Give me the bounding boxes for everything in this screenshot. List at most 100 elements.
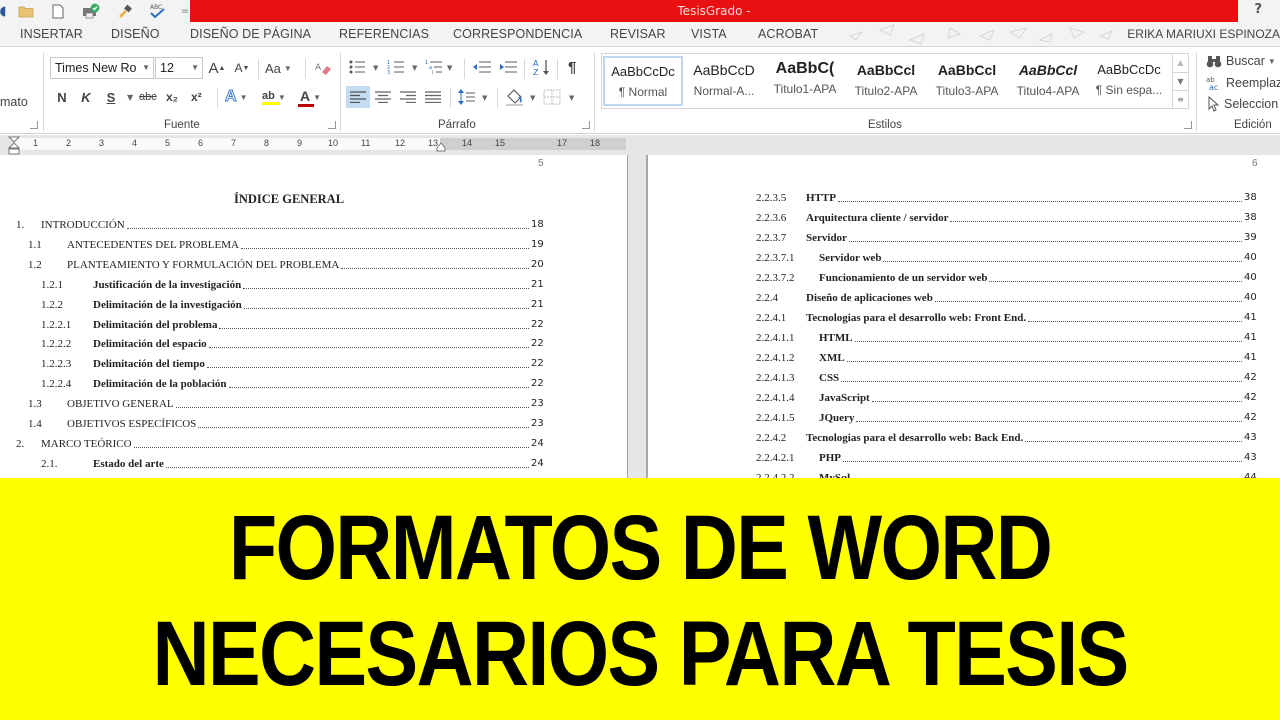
toc-entry[interactable]: 1.2.1 Justificación de la investigación 21 [41,279,551,293]
font-size-select[interactable]: 12 ▼ [155,57,203,79]
toc-entry[interactable]: 2.2.3.7.1 Servidor web 40 [756,252,1264,266]
toc-entry[interactable]: 2.2.4.1.4 JavaScript 42 [756,392,1264,406]
tab-diseno[interactable]: DISEÑO [111,27,160,41]
shading-icon[interactable]: ▼ [505,87,539,107]
paragraph-launcher-icon[interactable] [582,121,590,129]
align-left-button[interactable] [346,86,370,108]
toc-entry[interactable]: 2.2.4.1.2 XML 41 [756,352,1264,366]
clear-formatting-button[interactable]: A [313,59,333,77]
align-center-icon[interactable] [375,91,391,103]
style-titulo3-apa[interactable]: AaBbCcl Titulo3-APA [927,56,1007,106]
font-name-select[interactable]: Times New Ro ▼ [50,57,154,79]
tab-acrobat[interactable]: ACROBAT [758,27,818,41]
toc-entry[interactable]: 2.2.4.1.1 HTML 41 [756,332,1264,346]
toc-entry[interactable]: 2. MARCO TEÓRICO 24 [16,438,551,452]
clipboard-launcher-icon[interactable] [30,121,38,129]
underline-dropdown-icon[interactable]: ▼ [127,93,133,102]
italic-button[interactable]: K [78,88,94,106]
style-titulo1-apa[interactable]: AaBbC( Titulo1-APA [765,56,845,106]
text-effects-button[interactable]: A ▼ [225,87,248,107]
tab-vista[interactable]: VISTA [691,27,727,41]
spelling-check-icon[interactable]: ABC [148,2,166,20]
toc-entry[interactable]: 2.2.3.6 Arquitectura cliente / servidor 38 [756,212,1264,226]
toc-entry[interactable]: 2.2.4.2 Tecnologias para el desarrollo we… [756,432,1264,446]
toc-entry[interactable]: 1.2 PLANTEAMIENTO Y FORMULACIÓN DEL PROBL… [28,259,551,273]
grow-font-button[interactable]: A ▲ [208,59,226,77]
borders-icon[interactable]: ▼ [543,89,579,105]
toc-entry[interactable]: 1.2.2.1 Delimitación del problema 22 [41,319,551,333]
toc-entry[interactable]: 1.4 OBJETIVOS ESPECÍFICOS 23 [28,418,551,432]
bold-button[interactable]: N [54,88,70,106]
new-document-icon[interactable] [49,2,67,20]
toc-entry[interactable]: 2.2.4.1 Tecnologias para el desarrollo we… [756,312,1264,326]
style-name: Titulo2-APA [854,84,918,98]
style-normal-apa[interactable]: AaBbCcD Normal-A... [684,56,764,106]
toc-entry-text: CSS [819,372,840,384]
align-right-icon[interactable] [400,91,416,103]
chevron-down-icon: ▼ [142,63,150,72]
select-button[interactable]: Seleccion [1206,95,1278,113]
subscript-button[interactable]: x₂ [166,88,178,106]
styles-launcher-icon[interactable] [1184,121,1192,129]
strikethrough-button[interactable]: abc [139,88,157,106]
tab-referencias[interactable]: REFERENCIAS [339,27,429,41]
toc-entry[interactable]: 1.2.2.4 Delimitación de la población 22 [41,378,551,392]
justify-icon[interactable] [425,91,441,103]
style-titulo2-apa[interactable]: AaBbCcl Titulo2-APA [846,56,926,106]
tab-revisar[interactable]: REVISAR [610,27,666,41]
toc-entry[interactable]: 2.2.3.5 HTTP 38 [756,192,1264,206]
line-spacing-icon[interactable]: ▼ [457,88,491,106]
first-line-indent-marker[interactable] [8,136,20,155]
underline-button[interactable]: S [103,88,119,106]
find-button[interactable]: Buscar ▼ [1206,52,1276,70]
tab-correspondencia[interactable]: CORRESPONDENCIA [453,27,582,41]
toc-entry[interactable]: 1.2.2 Delimitación de la investigación 21 [41,299,551,313]
document-page[interactable]: 6 2.2.3.5 HTTP 38 2.2.3.6 Arquitectura clien… [646,155,1280,480]
toc-entry[interactable]: 2.2.4.1.3 CSS 42 [756,372,1264,386]
help-icon[interactable]: ? [1254,2,1262,17]
user-account[interactable]: ERIKA MARIUXI ESPINOZA [1127,27,1280,41]
decrease-indent-icon[interactable] [472,60,492,74]
toc-entry[interactable]: 2.2.4.2.1 PHP 43 [756,452,1264,466]
gallery-scroll-down-icon[interactable]: ▼ [1172,72,1188,90]
toc-entry[interactable]: 2.2.4 Diseño de aplicaciones web 40 [756,292,1264,306]
toc-entry[interactable]: 1.3 OBJETIVO GENERAL 23 [28,398,551,412]
toc-entry[interactable]: 1.1 ANTECEDENTES DEL PROBLEMA 19 [28,239,551,253]
style-normal[interactable]: AaBbCcDc ¶ Normal [603,56,683,106]
font-launcher-icon[interactable] [328,121,336,129]
style-sin-espaciado[interactable]: AaBbCcDc ¶ Sin espa... [1089,56,1169,106]
bullets-icon[interactable]: ▼ [348,59,382,75]
sort-icon[interactable]: AZ [532,57,552,77]
change-case-button[interactable]: Aa ▼ [265,59,292,77]
toc-entry[interactable]: 1.2.2.2 Delimitación del espacio 22 [41,338,551,352]
open-folder-icon[interactable] [17,2,35,20]
format-painter-icon[interactable] [116,2,134,20]
format-painter-label[interactable]: mato [0,95,28,109]
gallery-scroll-up-icon[interactable]: ▲ [1172,54,1188,72]
superscript-button[interactable]: x² [191,88,202,106]
tab-diseno-de-pagina[interactable]: DISEÑO DE PÁGINA [190,27,311,41]
toc-title: ÍNDICE GENERAL [233,192,345,206]
toc-entry[interactable]: 1. INTRODUCCIÓN 18 [16,219,551,233]
font-color-button[interactable]: A ▼ [298,87,321,107]
increase-indent-icon[interactable] [498,60,518,74]
shrink-font-button[interactable]: A ▼ [233,59,251,77]
tab-insertar[interactable]: INSERTAR [20,27,83,41]
highlight-button[interactable]: ab ▼ [262,87,286,107]
show-formatting-marks-button[interactable]: ¶ [568,57,576,77]
word-app-icon[interactable]: ◖ [0,2,12,20]
toc-entry[interactable]: 2.2.3.7.2 Funcionamiento de un servidor w… [756,272,1264,286]
print-preview-icon[interactable] [82,2,100,20]
toc-entry[interactable]: 1.2.2.3 Delimitación del tiempo 22 [41,358,551,372]
toc-entry[interactable]: 2.2.3.7 Servidor 39 [756,232,1264,246]
style-titulo4-apa[interactable]: AaBbCcl Titulo4-APA [1008,56,1088,106]
toc-entry[interactable]: 2.2.4.1.5 JQuery 42 [756,412,1264,426]
numbering-icon[interactable]: 123 ▼ [387,59,421,75]
multilevel-list-icon[interactable]: 1ai ▼ [425,59,459,75]
replace-button[interactable]: ab ac Reemplaz [1206,74,1280,92]
gallery-more-icon[interactable]: ≡ [1172,90,1188,108]
style-name: Titulo3-APA [935,84,999,98]
toc-entry[interactable]: 2.1. Estado del arte 24 [41,458,551,472]
horizontal-ruler[interactable]: 1 2 3 4 5 6 7 8 9 10 11 12 13 14 15 17 18 [0,135,1280,155]
document-page[interactable]: 5 ÍNDICE GENERAL 1. INTRODUCCIÓN 18 1.1 ANTE… [0,155,628,480]
